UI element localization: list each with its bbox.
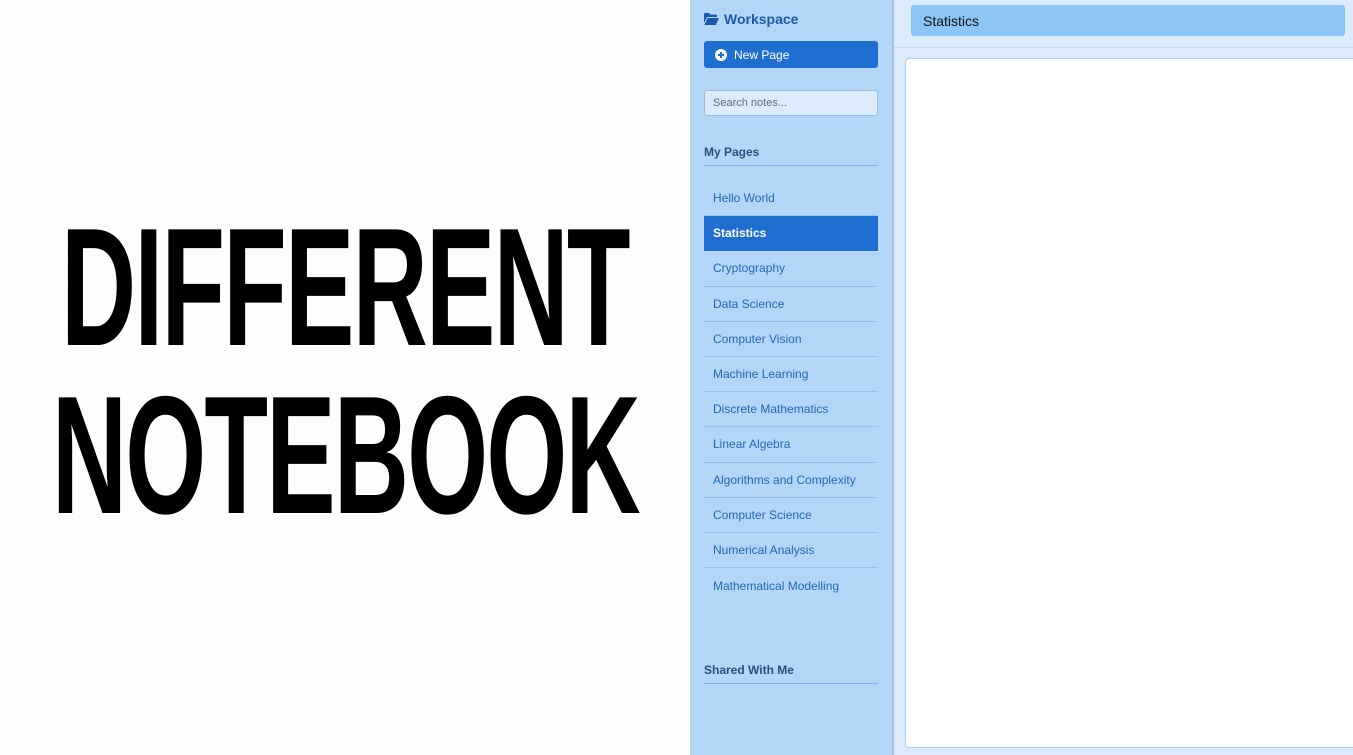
headline-line-1: DIFFERENT	[61, 192, 631, 381]
header-divider	[894, 47, 1353, 48]
folder-open-icon	[704, 13, 719, 25]
sidebar-item-machine-learning[interactable]: Machine Learning	[704, 357, 878, 393]
new-page-label: New Page	[734, 47, 790, 62]
page-title[interactable]: Statistics	[923, 13, 979, 29]
headline-line-2: NOTEBOOK	[51, 360, 641, 549]
sidebar-item-discrete-mathematics[interactable]: Discrete Mathematics	[704, 392, 878, 428]
plus-circle-icon	[715, 48, 727, 61]
sidebar-item-linear-algebra[interactable]: Linear Algebra	[704, 427, 878, 463]
my-pages-heading: My Pages	[704, 145, 878, 166]
workspace-title[interactable]: Workspace	[704, 11, 798, 27]
sidebar-item-computer-science[interactable]: Computer Science	[704, 498, 878, 533]
workspace-title-label: Workspace	[724, 11, 799, 27]
main-panel: Statistics	[894, 0, 1353, 755]
sidebar-item-numerical-analysis[interactable]: Numerical Analysis	[704, 533, 878, 569]
sidebar-item-data-science[interactable]: Data Science	[704, 287, 878, 322]
sidebar-item-mathematical-modelling[interactable]: Mathematical Modelling	[704, 568, 878, 603]
shared-with-me-heading[interactable]: Shared With Me	[704, 663, 878, 684]
new-page-button[interactable]: New Page	[704, 41, 878, 68]
page-title-bar: Statistics	[911, 5, 1345, 36]
note-editor[interactable]	[905, 58, 1353, 748]
sidebar-item-algorithms-and-complexity[interactable]: Algorithms and Complexity	[704, 463, 878, 498]
sidebar-item-statistics[interactable]: Statistics	[704, 216, 878, 252]
sidebar-item-cryptography[interactable]: Cryptography	[704, 251, 878, 287]
sidebar-item-hello-world[interactable]: Hello World	[704, 181, 878, 217]
promo-headline: DIFFERENT NOTEBOOK	[0, 0, 690, 755]
sidebar-item-computer-vision[interactable]: Computer Vision	[704, 322, 878, 357]
search-input[interactable]	[704, 90, 878, 116]
sidebar: Workspace New Page My Pages Hello World …	[690, 0, 894, 755]
page-list: Hello World Statistics Cryptography Data…	[704, 181, 878, 603]
